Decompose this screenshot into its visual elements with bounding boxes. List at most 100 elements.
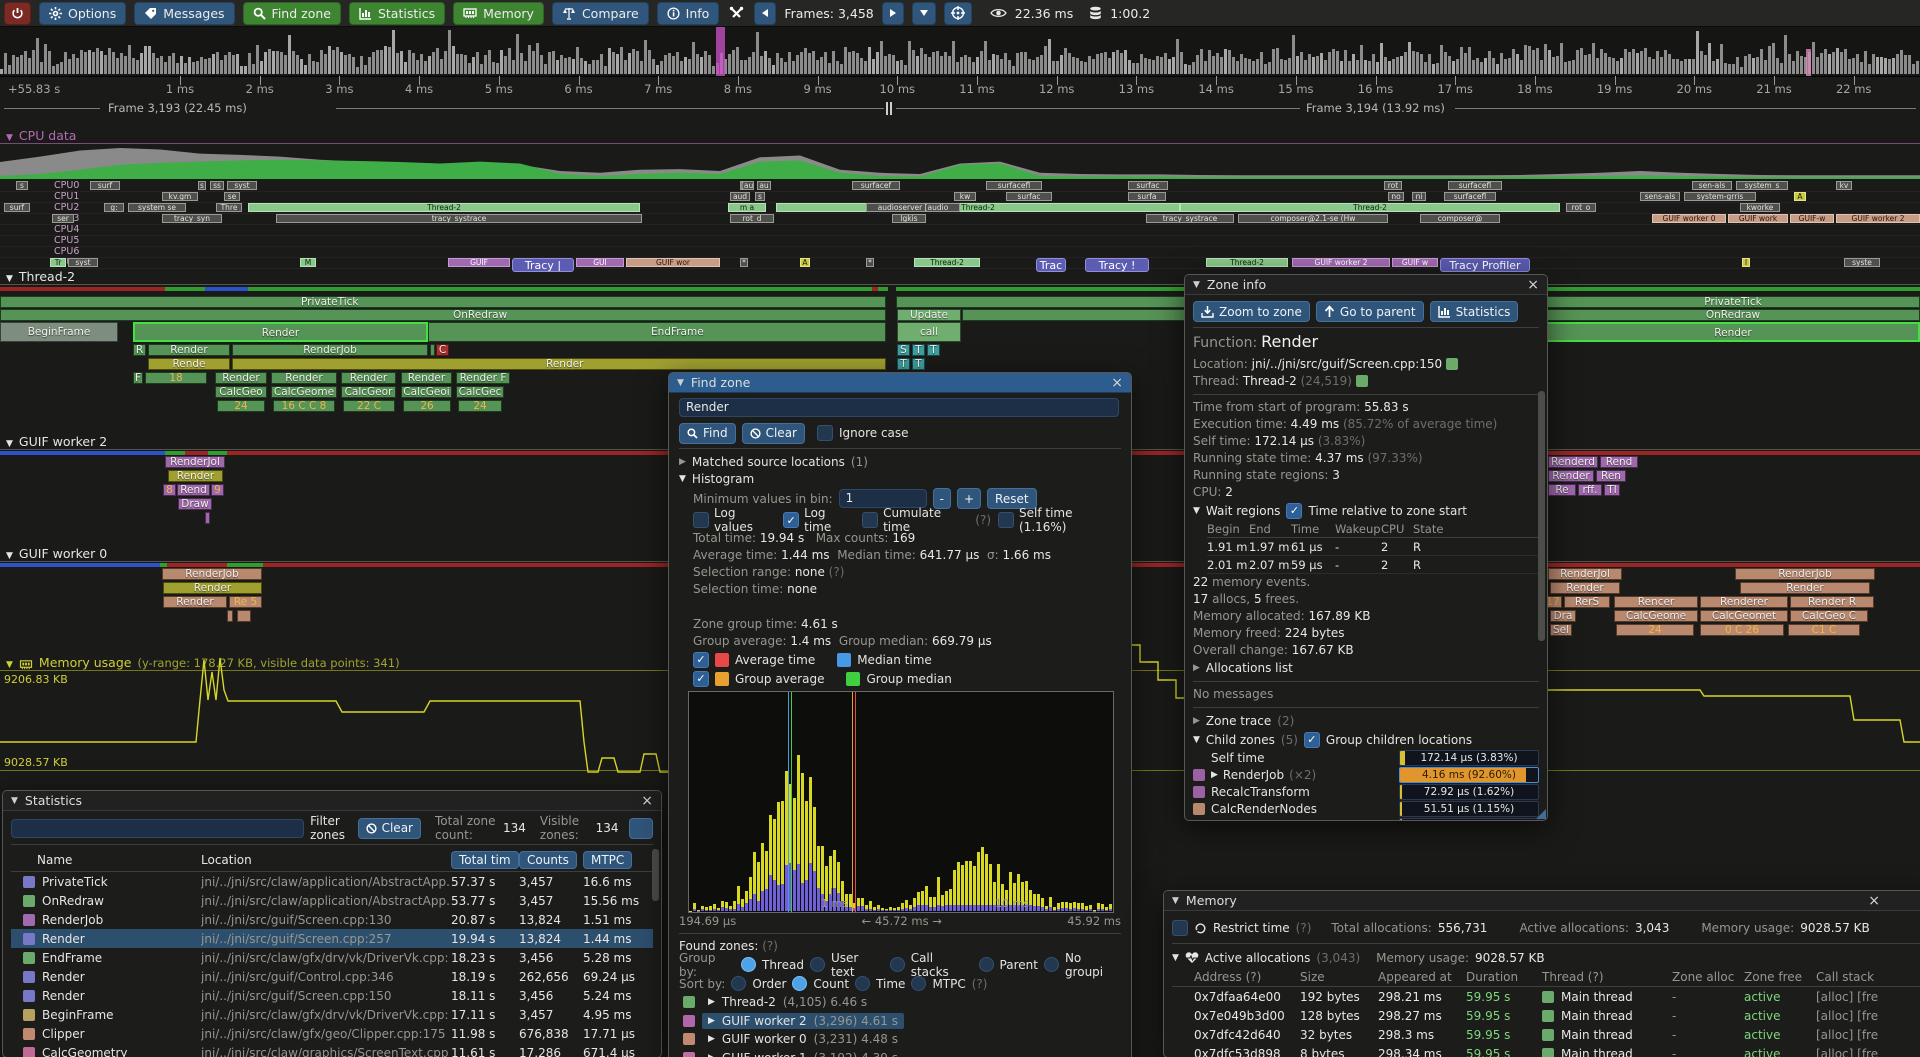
radio-call-stacks[interactable] (890, 957, 905, 972)
cut-button[interactable] (629, 818, 654, 839)
cpu-zone-chip[interactable]: rot (1384, 181, 1402, 190)
statistics-row[interactable]: RenderJobjni/../jni/src/guif/Screen.cpp:… (11, 910, 653, 929)
zoom-to-zone-button[interactable]: Zoom to zone (1193, 301, 1310, 322)
statistics-row[interactable]: Clipperjni/../jni/src/claw/gfx/geo/Clipp… (11, 1024, 653, 1043)
child-time-bar[interactable]: 4.16 ms (92.60%) (1399, 767, 1539, 783)
radio-mtpc[interactable] (911, 976, 926, 991)
collapse-triangle-icon[interactable]: ▼ (11, 796, 18, 806)
memory-titlebar[interactable]: ▼ Memory × (1164, 891, 1920, 911)
zone[interactable]: C1 C (1788, 624, 1860, 636)
found-zone-group[interactable]: ▶GUIF worker 1(3,192) 4.39 s (679, 1049, 1121, 1057)
zone[interactable]: PrivateTick (0, 296, 886, 308)
cpu-zone-chip[interactable]: surfacefl (986, 181, 1042, 190)
zone[interactable]: Dra (1550, 610, 1576, 622)
group-children-checkbox[interactable]: ✓ (1304, 732, 1320, 748)
cpu-zone-chip[interactable]: g: (104, 203, 124, 212)
cpu-zone-chip[interactable]: Thread-2 (1206, 258, 1288, 267)
zone[interactable]: Render (163, 582, 262, 594)
zone-info-titlebar[interactable]: ▼ Zone info × (1185, 275, 1547, 295)
allocation-row[interactable]: 0x7e049b3d00128 bytes298.27 ms59.95 sMai… (1172, 1006, 1920, 1025)
statistics-row[interactable]: Renderjni/../jni/src/guif/Screen.cpp:150… (11, 986, 653, 1005)
zone[interactable]: C (436, 344, 449, 356)
zone[interactable]: Rencer (1614, 596, 1698, 608)
cpu-zone-chip[interactable]: aud (730, 192, 750, 201)
cpu-zone-chip[interactable]: surfa (1128, 192, 1166, 201)
cpu-zone-chip[interactable]: GUIF worker 2 (1836, 214, 1920, 223)
zone[interactable]: CalcGeoi (401, 386, 452, 398)
cpu-zone-chip[interactable]: Thre (216, 203, 242, 212)
cpu-zone-chip[interactable]: A (800, 258, 810, 267)
zone[interactable]: Rend (1600, 456, 1638, 468)
radio-time[interactable] (855, 976, 870, 991)
zone[interactable]: Draw (178, 498, 212, 510)
child-zone-row[interactable]: RecalcTransform72.92 µs (1.62%) (1193, 783, 1539, 800)
wait-region-row[interactable]: 2.01 m:2.07 m:59 µs-2R (1207, 556, 1539, 574)
checkbox-log-time[interactable]: ✓ (783, 512, 799, 528)
zone[interactable]: RerS (1564, 596, 1610, 608)
zone[interactable]: EndFrame (428, 322, 886, 342)
thread-header-thread-2[interactable]: ▼Thread-2 (0, 269, 1920, 285)
column-sort-mtpc[interactable]: MTPC (583, 851, 632, 869)
child-time-bar[interactable]: 72.92 µs (1.62%) (1399, 784, 1539, 800)
statistics-row[interactable]: EndFramejni/../jni/src/claw/gfx/drv/vk/D… (11, 948, 653, 967)
cpu-zone-chip[interactable]: lgkis (892, 214, 926, 223)
zone[interactable]: call (897, 322, 961, 342)
cpu-zone-chip[interactable]: GUIF (448, 258, 510, 267)
zone[interactable]: PrivateTick (1546, 296, 1920, 308)
zone-location[interactable]: jni/../jni/src/guif/Screen.cpp:150 (1252, 357, 1443, 371)
statistics-scrollbar[interactable] (652, 849, 659, 901)
zone[interactable]: OnRedraw (0, 309, 886, 321)
cpu-zone-chip[interactable]: system_s (1736, 181, 1788, 190)
collapse-triangle-icon[interactable]: ▼ (1193, 506, 1200, 516)
zone[interactable]: F (133, 372, 143, 384)
zone[interactable] (962, 309, 1188, 321)
cpu-zone-chip[interactable]: Thread-2 (776, 203, 1180, 212)
allocation-row[interactable]: 0x7dfaa64e00192 bytes298.21 ms59.95 sMai… (1172, 987, 1920, 1006)
zone[interactable]: RenderJol (1548, 568, 1622, 580)
statistics-titlebar[interactable]: ▼ Statistics × (3, 791, 661, 811)
collapse-triangle-icon[interactable]: ▼ (1193, 735, 1200, 745)
statistics-row[interactable]: OnRedrawjni/../jni/src/claw/application/… (11, 891, 653, 910)
child-zone-row[interactable]: CalcRenderNodes51.51 µs (1.15%) (1193, 800, 1539, 817)
cpu-zone-chip[interactable]: GUIF worker 0 (1652, 214, 1726, 223)
cpu-zone-chip[interactable]: kv (1836, 181, 1852, 190)
radio-no-groupi[interactable] (1044, 957, 1059, 972)
zone[interactable]: CalcGeomet (1700, 610, 1788, 622)
statistics-row[interactable]: PrivateTickjni/../jni/src/claw/applicati… (11, 872, 653, 891)
cpu-zone-chip[interactable]: GUIF-w (1790, 214, 1834, 223)
collapse-triangle-icon[interactable]: ▼ (6, 274, 13, 284)
find-zone-titlebar[interactable]: ▼ Find zone × (669, 373, 1131, 393)
zone[interactable]: RenderJob (1735, 568, 1875, 580)
zone[interactable]: BeginFrame (0, 322, 118, 342)
radio-count[interactable] (792, 976, 807, 991)
close-icon[interactable]: × (1111, 376, 1123, 390)
cpu-zone-chip[interactable]: no (1388, 192, 1404, 201)
radio-order[interactable] (731, 976, 746, 991)
zone[interactable]: 16 C C 8 (273, 400, 335, 412)
zone[interactable]: Renderer (1700, 596, 1788, 608)
zone[interactable]: Render (1550, 582, 1620, 594)
source-color-swatch[interactable] (1446, 358, 1458, 370)
allocation-row[interactable]: 0x7dfc42d64032 bytes298.3 ms59.95 sMain … (1172, 1025, 1920, 1044)
zone[interactable]: RenderJob (162, 568, 262, 580)
zone[interactable]: CalcGeo (215, 386, 267, 398)
zone[interactable]: 24 (1616, 624, 1694, 636)
statistics-row[interactable]: Renderjni/../jni/src/guif/Screen.cpp:257… (11, 929, 653, 948)
zone[interactable]: CalcGeo C (1790, 610, 1868, 622)
cpu-zone-chip[interactable]: kv.gm (162, 192, 198, 201)
cpu-zone-chip[interactable]: l (1742, 258, 1750, 267)
child-zone-row[interactable]: Self time172.14 µs (3.83%) (1193, 749, 1539, 766)
zone[interactable]: TI (1604, 484, 1620, 496)
zone[interactable]: Render (401, 372, 452, 384)
cpu-zone-chip[interactable]: Thread-2 (248, 203, 640, 212)
filter-input[interactable] (11, 819, 304, 838)
radio-parent[interactable] (979, 957, 994, 972)
child-zone-row[interactable]: ▶RenderJob(×2)4.16 ms (92.60%) (1193, 766, 1539, 783)
child-zone-row[interactable]: Submit35.63 µs (0.79%) (1193, 817, 1539, 821)
cpu-zone-chip[interactable]: GUIF work (1728, 214, 1788, 223)
cpu-zone-chip[interactable]: surf (4, 203, 30, 212)
zone[interactable]: CalcGec (456, 386, 504, 398)
cpu-zone-chip[interactable]: * (866, 258, 874, 267)
found-zone-group[interactable]: ▶GUIF worker 0(3,231) 4.48 s (679, 1030, 1121, 1049)
close-icon[interactable]: × (1868, 894, 1880, 908)
